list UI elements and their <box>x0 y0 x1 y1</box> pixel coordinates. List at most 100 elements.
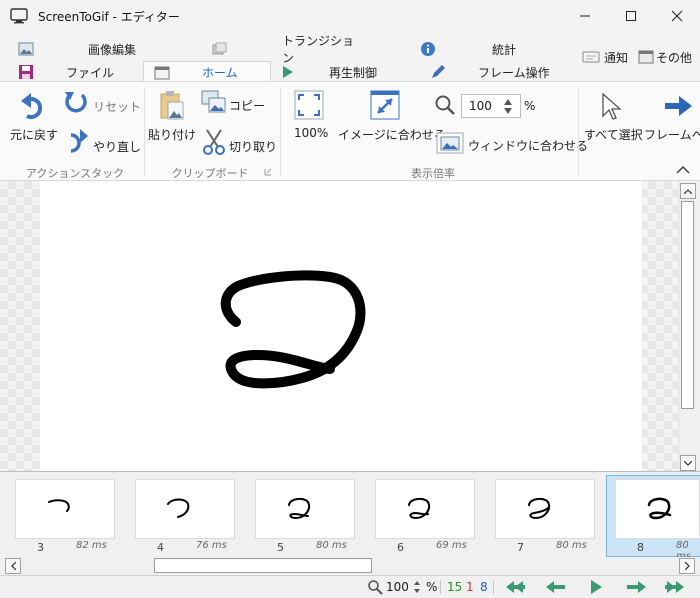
go-to-frame-button[interactable]: フレームへ <box>644 90 700 154</box>
collapse-ribbon-icon[interactable] <box>676 166 690 174</box>
transition-icon <box>212 42 227 55</box>
reset-button[interactable]: リセット <box>63 90 142 118</box>
drawing-stroke <box>220 270 366 389</box>
copy-button[interactable]: コピー <box>201 90 275 118</box>
frame-duration: 80 ms <box>316 540 347 551</box>
play-icon <box>283 66 293 78</box>
fit-window-icon <box>436 132 464 154</box>
frame-preview <box>40 181 642 471</box>
frame-thumbnail[interactable] <box>255 479 355 539</box>
save-icon <box>19 65 33 79</box>
frame-number: 3 <box>37 541 44 554</box>
undo-button[interactable]: 元に戻す <box>8 90 60 154</box>
previous-frame-icon[interactable] <box>544 579 568 595</box>
window-icon <box>638 50 654 64</box>
horizontal-scroll-thumb[interactable] <box>154 558 372 573</box>
horizontal-scrollbar[interactable] <box>0 557 700 575</box>
spinner-down-icon[interactable] <box>504 108 512 114</box>
zoom-percent-sign: % <box>524 99 536 113</box>
notification-icon <box>582 51 600 63</box>
frame-drawing <box>528 497 550 520</box>
tab-stats[interactable]: 統計 <box>420 37 530 61</box>
screentogif-app-icon <box>10 8 28 24</box>
fit-window-button[interactable]: ウィンドウに合わせる <box>436 132 588 158</box>
tab-transition[interactable]: トランジション <box>212 34 362 65</box>
tab-image-edit-label: 画像編集 <box>88 42 137 57</box>
frame-number: 6 <box>397 541 404 554</box>
zoom-input[interactable]: 100 <box>461 94 521 118</box>
reset-icon <box>65 92 87 113</box>
tab-home[interactable]: ホーム <box>143 61 271 83</box>
fit-window-label: ウィンドウに合わせる <box>468 139 589 153</box>
frame-drawing <box>288 497 310 520</box>
first-frame-icon[interactable] <box>503 579 527 595</box>
select-all-button[interactable]: すべて選択 <box>584 90 643 154</box>
close-button[interactable] <box>654 0 700 32</box>
maximize-button[interactable] <box>608 0 654 32</box>
frame-number: 4 <box>157 541 164 554</box>
arrow-right-icon <box>665 96 692 116</box>
vertical-scroll-thumb[interactable] <box>681 201 694 409</box>
go-to-frame-label: フレームへ <box>644 128 700 142</box>
redo-label: やり直し <box>93 140 142 154</box>
frame-list[interactable]: 3 82 ms 4 76 ms 5 80 ms 6 69 ms 7 80 ms … <box>0 471 700 562</box>
scroll-right-button[interactable] <box>679 558 695 574</box>
tab-other-label: その他 <box>656 50 693 65</box>
next-frame-icon[interactable] <box>624 579 648 595</box>
copy-icon <box>201 90 226 113</box>
cut-button[interactable]: 切り取り <box>201 128 277 158</box>
home-screen-icon <box>154 66 170 79</box>
close-icon <box>671 10 683 22</box>
info-icon <box>421 42 435 56</box>
tab-file-label: ファイル <box>66 65 115 80</box>
last-frame-icon[interactable] <box>663 579 687 595</box>
dialog-launcher-icon[interactable] <box>264 168 272 176</box>
tab-image-edit[interactable]: 画像編集 <box>18 37 148 61</box>
chevron-left-icon <box>10 562 16 570</box>
status-divider <box>493 580 494 594</box>
minimize-button[interactable] <box>562 0 608 32</box>
play-icon[interactable] <box>585 579 609 595</box>
frame-thumbnail[interactable] <box>135 479 235 539</box>
frame-drawing <box>408 497 430 520</box>
status-zoom-value[interactable]: 100 <box>386 580 409 594</box>
chevron-down-icon <box>684 460 692 466</box>
group-divider <box>578 88 579 176</box>
magnifier-icon <box>435 95 455 115</box>
tab-frame-ops-label: フレーム操作 <box>478 65 550 80</box>
frame-number: 5 <box>277 541 284 554</box>
spinner-icon[interactable] <box>413 580 421 594</box>
frame-thumbnail[interactable] <box>495 479 595 539</box>
status-zoom-percent: % <box>426 580 438 594</box>
canvas-area[interactable] <box>0 181 678 471</box>
paste-button[interactable]: 貼り付け <box>148 90 198 154</box>
cursor-icon <box>602 92 622 120</box>
tab-stats-label: 統計 <box>492 42 517 57</box>
frame-thumbnail[interactable] <box>15 479 115 539</box>
spinner-up-icon[interactable] <box>504 99 512 105</box>
tab-notify-label: 通知 <box>604 50 629 65</box>
zoom-100-button[interactable]: 100% <box>290 90 330 154</box>
tab-notify[interactable]: 通知 <box>582 45 638 69</box>
copy-label: コピー <box>229 99 266 113</box>
scroll-up-button[interactable] <box>680 183 696 199</box>
tab-playback-label: 再生制御 <box>329 65 378 80</box>
frame-thumbnail[interactable] <box>375 479 475 539</box>
chevron-up-icon <box>684 188 692 194</box>
redo-button[interactable]: やり直し <box>63 128 142 158</box>
maximize-icon <box>626 11 636 21</box>
frame-thumbnail[interactable] <box>615 479 700 539</box>
fit-image-button[interactable]: イメージに合わせる <box>338 90 446 154</box>
window-title: ScreenToGif - エディター <box>38 10 180 24</box>
scroll-left-button[interactable] <box>5 558 21 574</box>
scroll-down-button[interactable] <box>680 455 696 471</box>
reset-label: リセット <box>93 100 142 114</box>
status-selected-count: 1 <box>466 580 474 594</box>
group-label-zoom: 表示倍率 <box>411 167 455 180</box>
frame-number: 7 <box>517 541 524 554</box>
vertical-scrollbar[interactable] <box>678 181 696 471</box>
ribbon-tab-bar: 画像編集 トランジション 統計 通知 その他 ファイル ホーム 再生制御 フレー… <box>0 32 700 83</box>
undo-icon <box>21 93 43 119</box>
tab-other[interactable]: その他 <box>638 45 698 69</box>
status-current-frame: 8 <box>480 580 488 594</box>
